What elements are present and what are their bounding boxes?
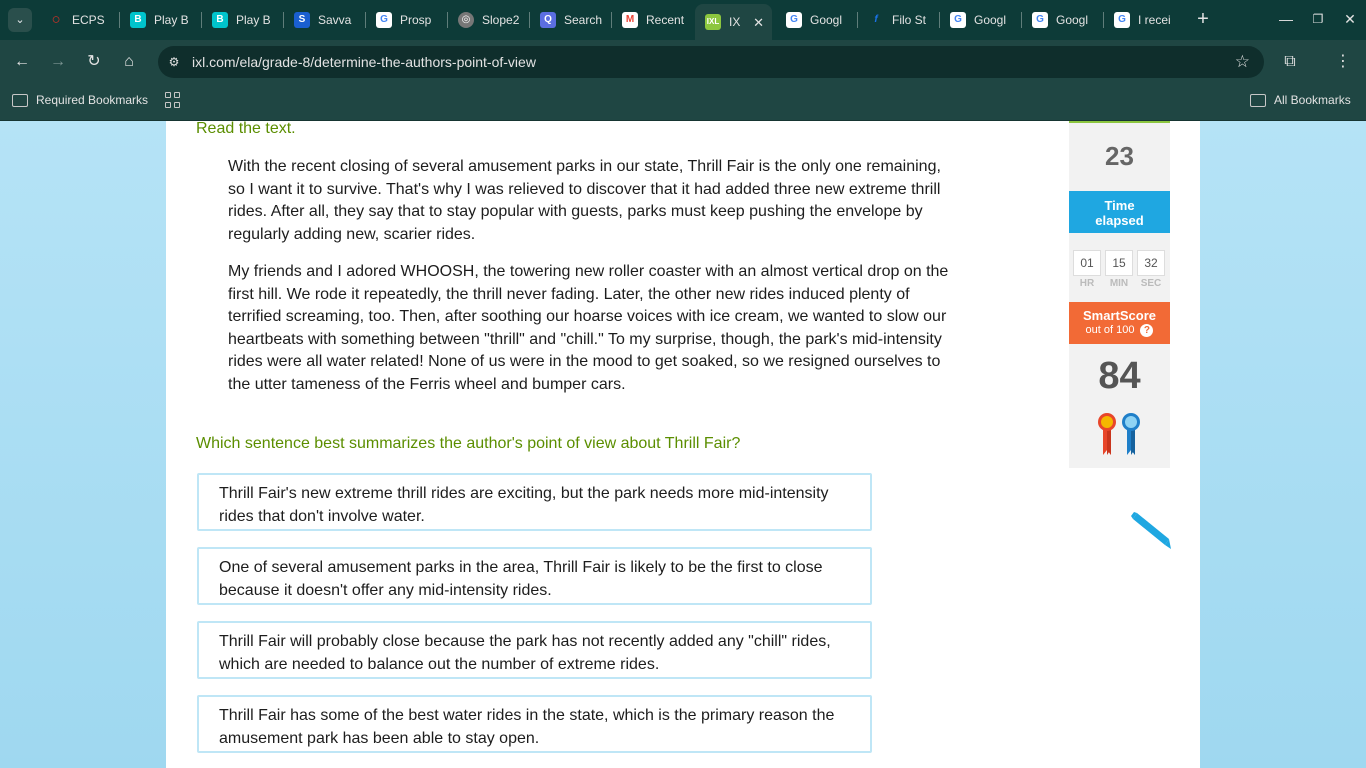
smartscore-value: 84 <box>1098 355 1141 397</box>
tab-google-1[interactable]: G Googl <box>776 0 858 40</box>
all-bookmarks-folder[interactable]: All Bookmarks <box>1250 93 1351 107</box>
tab-label: Search <box>564 13 603 27</box>
browser-tab-strip: ⌄ ○ ECPS B Play B B Play B S Savva G Pro… <box>0 0 1366 40</box>
folder-icon <box>12 93 28 107</box>
back-arrow-icon[interactable]: ← <box>10 50 34 74</box>
help-question-icon[interactable]: ? <box>1140 323 1154 337</box>
bookmark-star-icon[interactable]: ☆ <box>1235 52 1250 72</box>
tab-label: Prosp <box>400 13 432 27</box>
google-favicon-icon: G <box>1114 12 1130 28</box>
answer-choice-4[interactable]: Thrill Fair has some of the best water r… <box>197 695 872 753</box>
google-favicon-icon: G <box>1032 12 1048 28</box>
tab-google-2[interactable]: G Googl <box>940 0 1022 40</box>
tab-close-icon[interactable]: ✕ <box>753 15 764 31</box>
tab-label: Filo St <box>892 13 927 27</box>
gmail-favicon-icon: M <box>622 12 638 28</box>
timer-minutes: 15 <box>1105 250 1133 276</box>
time-elapsed-label: Time elapsed <box>1095 198 1144 228</box>
required-bookmarks-folder[interactable]: Required Bookmarks <box>12 93 148 107</box>
read-the-text-instruction: Read the text. <box>196 121 296 137</box>
tab-label: Googl <box>974 13 1007 27</box>
new-tab-plus-icon[interactable]: + <box>1192 8 1214 30</box>
tab-slope2[interactable]: ◎ Slope2 <box>448 0 530 40</box>
blooket-favicon-icon: B <box>130 12 146 28</box>
tab-label: Slope2 <box>482 13 520 27</box>
tab-label: Googl <box>1056 13 1089 27</box>
ecps-favicon-icon: ○ <box>51 11 61 28</box>
close-window-icon[interactable]: ✕ <box>1338 8 1362 30</box>
timer-sec-label: SEC <box>1140 278 1162 289</box>
ixl-practice-panel: Read the text. With the recent closing o… <box>166 121 1200 768</box>
google-favicon-icon: G <box>950 12 966 28</box>
tab-label: Googl <box>810 13 843 27</box>
passage-paragraph-1: With the recent closing of several amuse… <box>228 158 941 243</box>
savvas-favicon-icon: S <box>294 12 310 28</box>
address-url[interactable]: ixl.com/ela/grade-8/determine-the-author… <box>192 54 536 70</box>
pencil-scratchpad-icon[interactable] <box>1129 509 1173 553</box>
progress-sidebar: 23 Time elapsed 01 15 32 HR MIN SEC Smar… <box>1069 121 1170 468</box>
ixl-page: Read the text. With the recent closing o… <box>0 121 1366 768</box>
extensions-puzzle-icon[interactable]: ⧉ <box>1278 50 1302 74</box>
tab-ecps[interactable]: ○ ECPS <box>38 0 120 40</box>
tab-label: I recei <box>1138 13 1171 27</box>
browser-toolbar: ← → ↻ ⌂ ⚙ ixl.com/ela/grade-8/determine-… <box>0 40 1366 84</box>
tab-label: IX <box>729 15 741 29</box>
bookmark-label: Required Bookmarks <box>36 93 149 107</box>
site-info-tune-icon[interactable]: ⚙ <box>166 54 182 70</box>
timer-hr-label: HR <box>1079 278 1095 289</box>
tab-search[interactable]: Q Search <box>530 0 612 40</box>
tab-label: ECPS <box>72 13 105 27</box>
chrome-menu-icon[interactable]: ⋮ <box>1331 50 1355 74</box>
tab-gmail-recent[interactable]: M Recent <box>612 0 694 40</box>
tab-ixl-active[interactable]: IXL IX ✕ <box>695 4 772 40</box>
tab-label: Savva <box>318 13 352 27</box>
tab-google-4[interactable]: G I recei <box>1104 0 1184 40</box>
timer-min-label: MIN <box>1109 278 1129 289</box>
forward-arrow-icon[interactable]: → <box>46 50 70 74</box>
reading-passage: With the recent closing of several amuse… <box>228 156 958 411</box>
bookmarks-bar: Required Bookmarks All Bookmarks <box>0 84 1366 121</box>
tab-play-b-1[interactable]: B Play B <box>120 0 202 40</box>
answer-choice-1[interactable]: Thrill Fair's new extreme thrill rides a… <box>197 473 872 531</box>
tab-play-b-2[interactable]: B Play B <box>202 0 284 40</box>
tab-label: Play B <box>236 13 271 27</box>
home-icon[interactable]: ⌂ <box>117 50 141 74</box>
answer-choice-3[interactable]: Thrill Fair will probably close because … <box>197 621 872 679</box>
tab-label: Recent <box>646 13 685 27</box>
award-ribbons-icon <box>1098 413 1140 455</box>
tab-search-chevron-icon[interactable]: ⌄ <box>8 8 32 32</box>
smartscore-header: SmartScore out of 100? <box>1069 302 1170 344</box>
tab-savvas[interactable]: S Savva <box>284 0 366 40</box>
filo-favicon-icon: f <box>874 14 878 25</box>
blooket-favicon-icon: B <box>212 12 228 28</box>
tab-google-3[interactable]: G Googl <box>1022 0 1104 40</box>
bookmark-label: All Bookmarks <box>1274 93 1351 107</box>
folder-icon <box>1250 93 1266 107</box>
tab-groups-grid-icon[interactable] <box>165 92 181 108</box>
tab-filo[interactable]: f Filo St <box>858 0 940 40</box>
globe-favicon-icon: ◎ <box>458 12 474 28</box>
time-elapsed-header: Time elapsed <box>1069 191 1170 233</box>
search-favicon-icon: Q <box>540 12 556 28</box>
passage-paragraph-2: My friends and I adored WHOOSH, the towe… <box>228 263 949 393</box>
timer-hours: 01 <box>1073 250 1101 276</box>
minimize-icon[interactable]: — <box>1274 8 1298 30</box>
timer-seconds: 32 <box>1137 250 1165 276</box>
answer-choice-2[interactable]: One of several amusement parks in the ar… <box>197 547 872 605</box>
smartscore-subtitle: out of 100 <box>1085 324 1135 336</box>
address-bar[interactable]: ⚙ ixl.com/ela/grade-8/determine-the-auth… <box>158 46 1264 78</box>
questions-answered-count: 23 <box>1105 141 1134 171</box>
reload-icon[interactable]: ↻ <box>82 50 106 74</box>
tab-prosp[interactable]: G Prosp <box>366 0 448 40</box>
google-favicon-icon: G <box>786 12 802 28</box>
ixl-favicon-icon: IXL <box>705 14 721 30</box>
google-favicon-icon: G <box>376 12 392 28</box>
restore-icon[interactable]: ❐ <box>1306 8 1330 30</box>
smartscore-title: SmartScore <box>1083 308 1156 323</box>
question-prompt: Which sentence best summarizes the autho… <box>196 435 741 452</box>
tab-label: Play B <box>154 13 189 27</box>
